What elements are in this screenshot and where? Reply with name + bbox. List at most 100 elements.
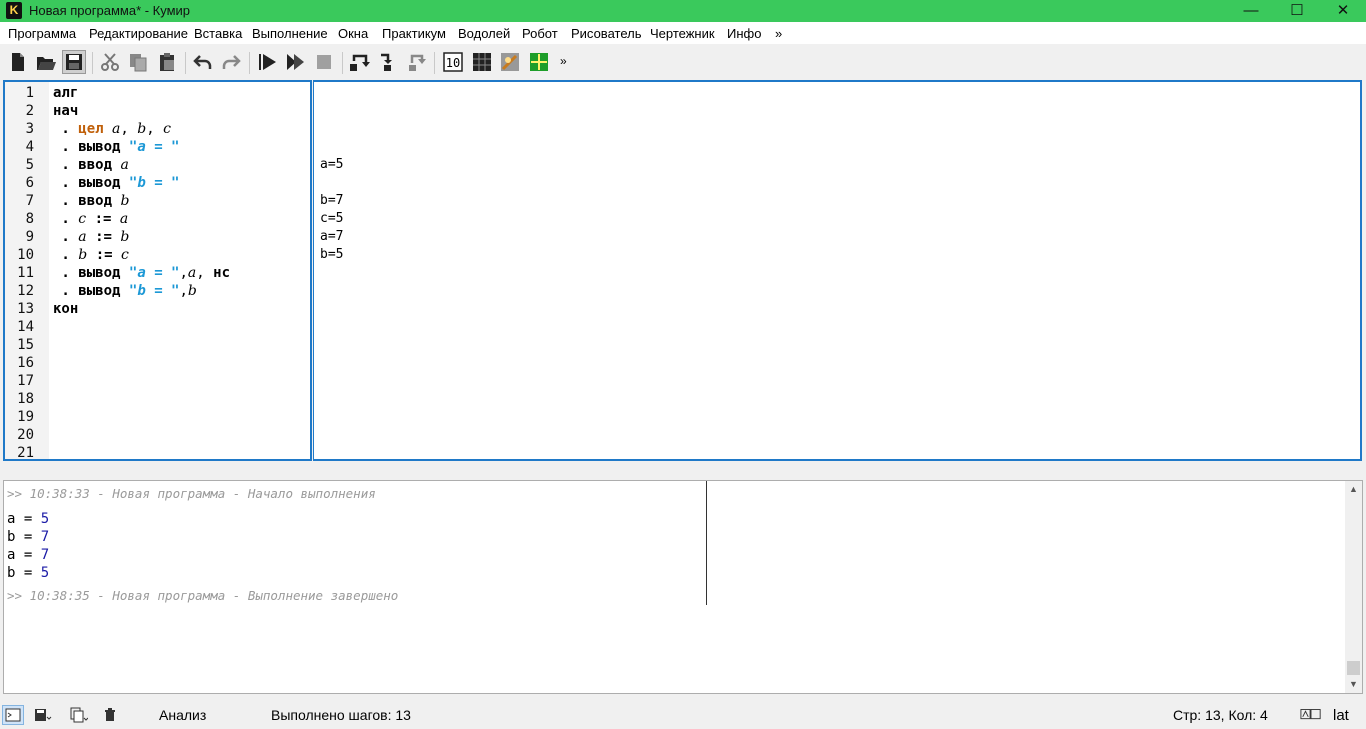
redo-icon[interactable] (219, 50, 243, 74)
code-line[interactable]: 7 . ввод b (5, 192, 310, 210)
svg-text:10: 10 (446, 56, 460, 70)
code-editor[interactable]: 1 алг 2 нач 3 . цел a, b, c4 . вывод "a = " 5… (3, 80, 312, 461)
code-line[interactable]: 5 . ввод a (5, 156, 310, 174)
menu-bar: Программа Редактирование Вставка Выполне… (0, 22, 1366, 44)
code-line[interactable]: 18 (5, 390, 310, 408)
code-line[interactable]: 10 . b := c (5, 246, 310, 264)
code-text: . вывод "a = ",a, нс (53, 264, 230, 282)
menu-painter[interactable]: Рисователь (571, 26, 641, 41)
console-scrollbar[interactable]: ▲ ▼ (1345, 481, 1362, 693)
code-line[interactable]: 8 . c := a (5, 210, 310, 228)
code-token: , (179, 265, 188, 281)
code-line[interactable]: 20 (5, 426, 310, 444)
code-token: . (53, 175, 79, 191)
step-into-icon[interactable] (376, 50, 400, 74)
save-icon[interactable] (62, 50, 86, 74)
toolbar-separator (434, 52, 435, 74)
code-line[interactable]: 14 (5, 318, 310, 336)
code-text: . ввод b (53, 192, 129, 210)
toolbar-overflow[interactable]: » (560, 54, 567, 68)
menu-program[interactable]: Программа (8, 26, 76, 41)
console-output-label: a = (7, 511, 41, 527)
line-number: 16 (17, 355, 34, 371)
grid-icon[interactable] (470, 50, 494, 74)
code-line[interactable]: 11 . вывод "a = ",a, нс (5, 264, 310, 282)
code-token: , (196, 265, 214, 281)
stop-icon[interactable] (312, 50, 336, 74)
scroll-up-icon[interactable]: ▲ (1345, 481, 1362, 498)
terminal-icon[interactable] (2, 705, 24, 725)
margin-value: b=7 (320, 193, 344, 208)
toolbar-separator (92, 52, 93, 74)
copy-icon[interactable] (126, 50, 150, 74)
clear-output-icon[interactable] (99, 705, 121, 725)
counter-icon[interactable]: 10 (441, 50, 465, 74)
new-file-icon[interactable] (6, 50, 30, 74)
code-line[interactable]: 19 (5, 408, 310, 426)
scroll-down-icon[interactable]: ▼ (1345, 676, 1362, 693)
code-text: . ввод a (53, 156, 128, 174)
code-text: . c := a (53, 210, 128, 228)
console-output-value: 7 (40, 529, 50, 545)
line-number: 11 (17, 265, 34, 281)
menu-windows[interactable]: Окна (338, 26, 368, 41)
line-number: 3 (25, 121, 34, 137)
code-token: . (53, 157, 79, 173)
menu-practicum[interactable]: Практикум (382, 26, 446, 41)
save-output-icon[interactable] (32, 705, 54, 725)
undo-icon[interactable] (191, 50, 215, 74)
code-line[interactable]: 9 . a := b (5, 228, 310, 246)
copy-output-icon[interactable] (68, 705, 90, 725)
code-line[interactable]: 16 (5, 354, 310, 372)
minimize-button[interactable]: — (1228, 0, 1274, 22)
menu-more[interactable]: » (775, 26, 782, 41)
code-text: кон (53, 300, 78, 318)
code-token: . (53, 283, 79, 299)
menu-info[interactable]: Инфо (727, 26, 761, 41)
values-margin-panel: a=5 b=7 c=5 a=7 b=5 (313, 80, 1362, 461)
code-line[interactable]: 2 нач (5, 102, 310, 120)
line-number: 9 (25, 229, 34, 245)
cut-icon[interactable] (98, 50, 122, 74)
line-number: 19 (17, 409, 34, 425)
code-line[interactable]: 12 . вывод "b = ",b (5, 282, 310, 300)
menu-insert[interactable]: Вставка (194, 26, 242, 41)
painter-icon[interactable] (498, 50, 522, 74)
status-layout[interactable]: lat (1333, 707, 1349, 724)
open-folder-icon[interactable] (34, 50, 58, 74)
code-token: = " (145, 265, 180, 281)
run-step-icon[interactable] (283, 50, 307, 74)
output-console[interactable]: >> 10:38:33 - Новая программа - Начало в… (3, 480, 1363, 694)
code-token: . (53, 139, 79, 155)
code-token: алг (53, 85, 79, 101)
code-line[interactable]: 3 . цел a, b, c (5, 120, 310, 138)
menu-edit[interactable]: Редактирование (89, 26, 188, 41)
menu-run[interactable]: Выполнение (252, 26, 328, 41)
paste-icon[interactable] (155, 50, 179, 74)
step-over-icon[interactable] (347, 50, 371, 74)
console-output-value: 5 (40, 565, 50, 581)
code-line[interactable]: 1 алг (5, 84, 310, 102)
step-out-icon[interactable] (405, 50, 429, 74)
menu-drawer[interactable]: Чертежник (650, 26, 715, 41)
code-line[interactable]: 17 (5, 372, 310, 390)
code-line[interactable]: 13 кон (5, 300, 310, 318)
code-line[interactable]: 15 (5, 336, 310, 354)
menu-robot[interactable]: Робот (522, 26, 558, 41)
maximize-button[interactable]: ☐ (1274, 0, 1320, 22)
code-line[interactable]: 4 . вывод "a = " (5, 138, 310, 156)
code-line[interactable]: 21 (5, 444, 310, 459)
code-line[interactable]: 6 . вывод "b = " (5, 174, 310, 192)
code-token: = " (145, 139, 180, 155)
code-token: , (179, 283, 188, 299)
code-token: c (163, 121, 171, 137)
close-button[interactable]: ✕ (1320, 0, 1366, 22)
scroll-thumb[interactable] (1347, 661, 1360, 675)
menu-vodoley[interactable]: Водолей (458, 26, 510, 41)
drawer-icon[interactable] (527, 50, 551, 74)
run-icon[interactable] (255, 50, 279, 74)
